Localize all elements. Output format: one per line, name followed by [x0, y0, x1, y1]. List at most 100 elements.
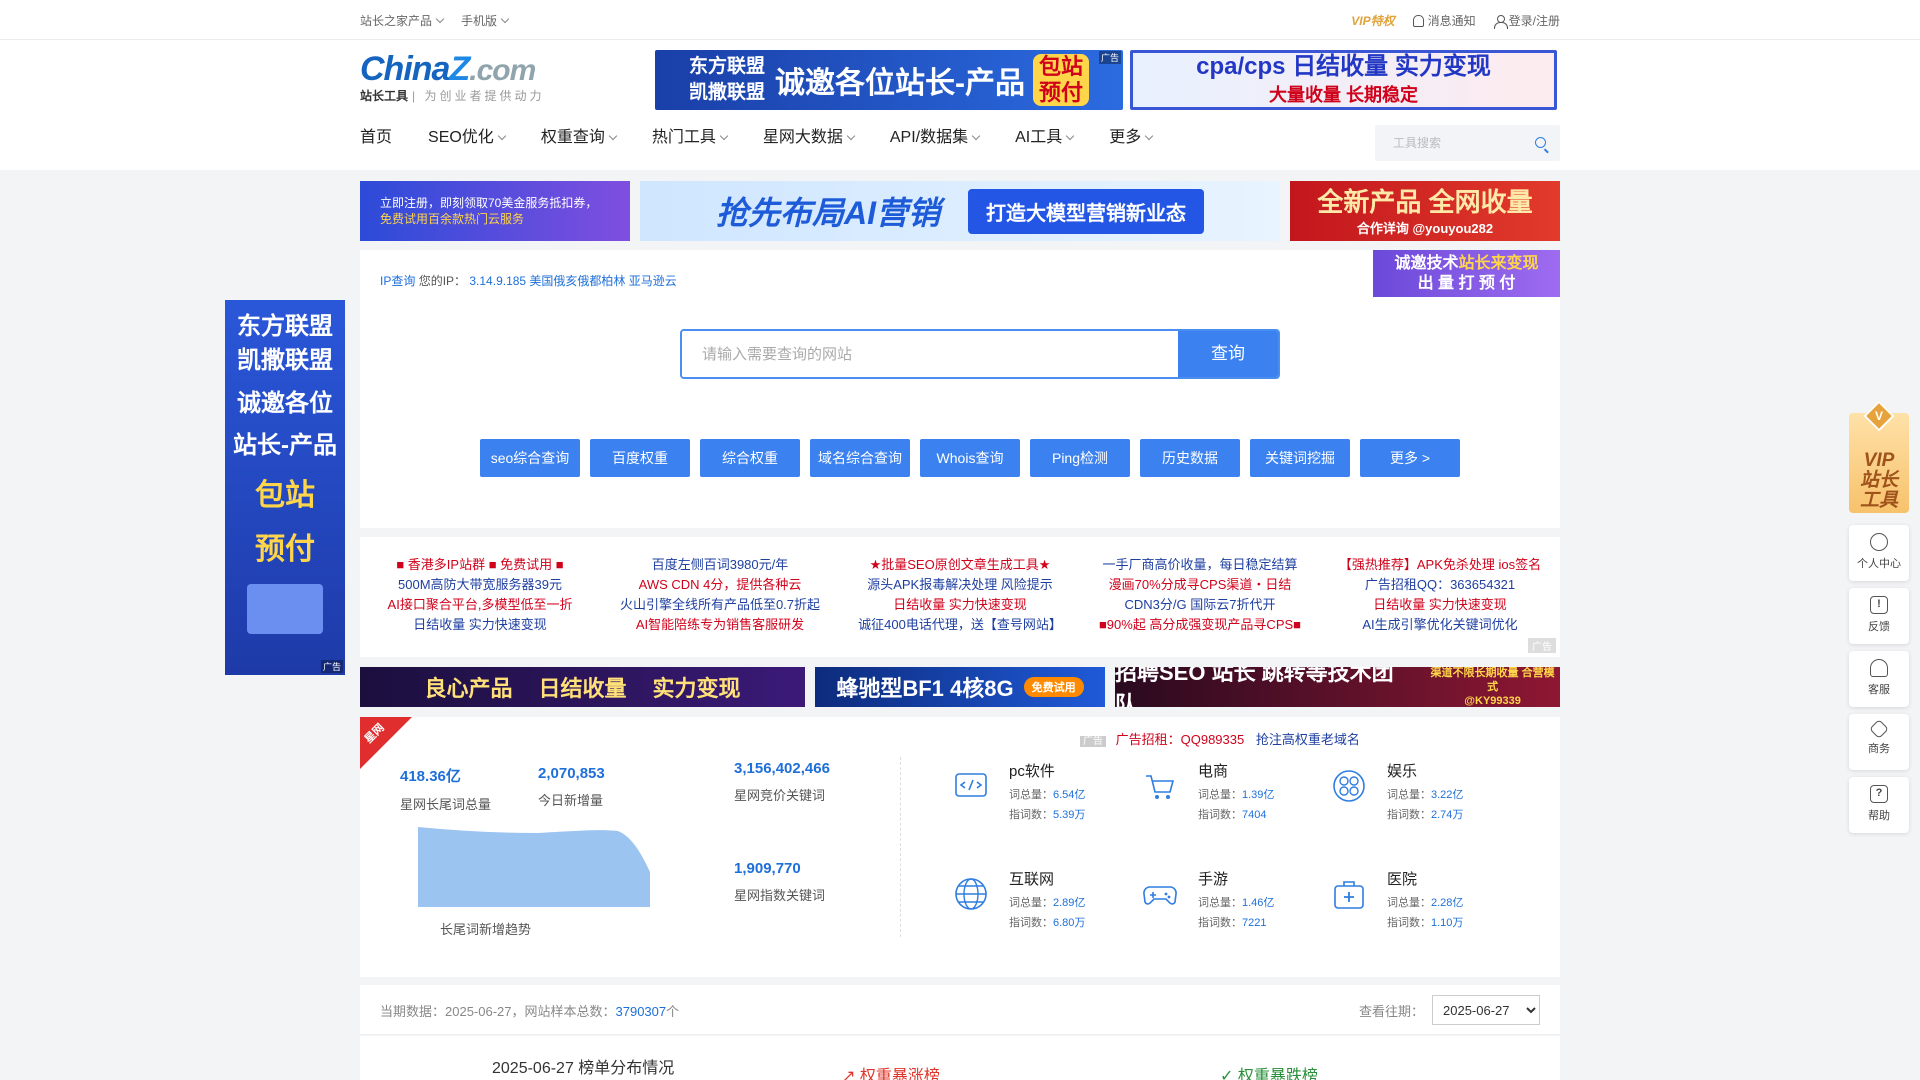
header-ad-banner-1[interactable]: 东方联盟 凯撒联盟 诚邀各位站长-产品 包站 预付 广告 — [655, 50, 1123, 110]
mobile-version-link[interactable]: 手机版 — [461, 12, 508, 29]
site-search-input[interactable] — [682, 331, 1172, 377]
weight-rise-label: 权重暴涨榜 — [859, 1068, 940, 1080]
feedback-button[interactable]: ! 反馈 — [1849, 588, 1909, 644]
quick-link-seo[interactable]: seo综合查询 — [480, 439, 580, 477]
business-button[interactable]: 商务 — [1849, 714, 1909, 770]
quick-link-ping[interactable]: Ping检测 — [1030, 439, 1130, 477]
help-button[interactable]: ? 帮助 — [1849, 777, 1909, 833]
vip-tools-float[interactable]: V VIP 站长 工具 — [1849, 400, 1909, 513]
ai-marketing-banner[interactable]: 抢先布局AI营销 打造大模型营销新业态 — [640, 181, 1280, 241]
vip-privilege-link[interactable]: VIP特权 — [1351, 12, 1394, 29]
text-ad-link[interactable]: 百度左侧百词3980元/年 — [600, 555, 840, 575]
quick-link-overall-weight[interactable]: 综合权重 — [700, 439, 800, 477]
ip-value: 3.14.9.185 美国俄亥俄都柏林 亚马逊云 — [469, 274, 677, 288]
vip-text: 工具 — [1859, 490, 1898, 511]
left-side-ad[interactable]: 东方联盟 凯撒联盟 诚邀各位 站长-产品 包站 预付 广告 — [225, 300, 345, 675]
text-ad-link[interactable]: AI智能陪练专为销售客服研发 — [600, 615, 840, 635]
text-ad-link[interactable]: AI接口聚合平台,多模型低至一折 — [360, 595, 600, 615]
ad-tag-text: 预付 — [1039, 80, 1084, 105]
quick-link-more[interactable]: 更多 > — [1360, 439, 1460, 477]
category-pc-software[interactable]: pc软件 词总量：6.54亿 指词数：5.39万 — [953, 760, 1133, 821]
period-date-select[interactable]: 2025-06-27 — [1432, 995, 1540, 1025]
text-ad-link[interactable]: 源头APK报毒解决处理 风险提示 — [840, 575, 1080, 595]
category-mobile-games[interactable]: 手游 词总量：1.46亿 指词数：7221 — [1142, 868, 1322, 929]
top-bar: 站长之家产品 手机版 VIP特权 消息通知 登录/注册 — [0, 0, 1920, 40]
nav-item-weight[interactable]: 权重查询 — [541, 118, 616, 158]
category-total: 1.46亿 — [1242, 897, 1275, 909]
stat-value: 418.36亿 — [400, 768, 461, 785]
tool-label: 帮助 — [1868, 810, 1890, 822]
query-button[interactable]: 查询 — [1178, 331, 1278, 377]
conscience-product-banner[interactable]: 良心产品 日结收量 实力变现 — [360, 667, 805, 707]
text-ad-link[interactable]: 火山引擎全线所有产品低至0.7折起 — [600, 595, 840, 615]
panel-corner-ad[interactable]: 诚邀技术站长来变现 出 量 打 预 付 — [1373, 250, 1560, 297]
category-index-key: 指词数： — [1198, 809, 1242, 821]
text-ad-link[interactable]: CDN3分/G 国际云7折代开 — [1080, 595, 1320, 615]
nav-item-home[interactable]: 首页 — [360, 118, 392, 158]
category-internet[interactable]: 互联网 词总量：2.89亿 指词数：6.80万 — [953, 868, 1133, 929]
weight-fall-tab[interactable]: ✓ 权重暴跌榜 — [1220, 1062, 1318, 1080]
category-index: 1.10万 — [1431, 917, 1464, 929]
text-ad-link[interactable]: AWS CDN 4分，提供各种云 — [600, 575, 840, 595]
text-ad-link[interactable]: 【强热推荐】APK免杀处理 ios签名 — [1320, 555, 1560, 575]
category-total: 3.22亿 — [1431, 789, 1464, 801]
text-ad-link[interactable]: ★批量SEO原创文章生成工具★ — [840, 555, 1080, 575]
quick-link-domain[interactable]: 域名综合查询 — [810, 439, 910, 477]
ip-query-link[interactable]: IP查询 — [380, 274, 415, 288]
login-link[interactable]: 登录/注册 — [1493, 12, 1560, 29]
stat-today: 2,070,853 今日新增量 — [538, 765, 605, 809]
category-total-key: 词总量： — [1198, 789, 1242, 801]
text-ad-link[interactable]: AI生成引擎优化关键词优化 — [1320, 615, 1560, 635]
help-icon: ? — [1870, 785, 1888, 803]
nav-item-ai-tools[interactable]: AI工具 — [1015, 118, 1073, 158]
category-index-key: 指词数： — [1387, 917, 1431, 929]
category-entertainment[interactable]: 娱乐 词总量：3.22亿 指词数：2.74万 — [1331, 760, 1511, 821]
quick-link-whois[interactable]: Whois查询 — [920, 439, 1020, 477]
weight-rise-tab[interactable]: ↗ 权重暴涨榜 — [842, 1062, 940, 1080]
text-ad-link[interactable]: 日结收量 实力快速变现 — [360, 615, 600, 635]
cloud-ad-banner[interactable]: 立即注册，即刻领取70美金服务抵扣券， 免费试用百余款热门云服务 — [360, 181, 630, 241]
bell-icon — [1412, 14, 1424, 27]
new-product-banner[interactable]: 全新产品 全网收量 合作详询 @youyou282 — [1290, 181, 1560, 241]
site-logo[interactable]: ChinaZ.com 站长工具 | 为创业者提供动力 — [360, 50, 580, 104]
text-ad-link[interactable]: ■ 香港多IP站群 ■ 免费试用 ■ — [360, 555, 600, 575]
customer-service-button[interactable]: 客服 — [1849, 651, 1909, 707]
text-ad-link[interactable]: 诚征400电话代理，送【查号网站】 — [840, 615, 1080, 635]
trend-up-icon: ↗ — [842, 1068, 860, 1080]
nav-item-bigdata[interactable]: 星网大数据 — [763, 118, 854, 158]
server-ad-banner[interactable]: 蜂驰型BF1 4核8G 免费试用 — [815, 667, 1105, 707]
text-ad-link[interactable]: 广告招租QQ：363654321 — [1320, 575, 1560, 595]
ad-text: 预付 — [255, 533, 315, 566]
ip-info: IP查询 您的IP： 3.14.9.185 美国俄亥俄都柏林 亚马逊云 — [380, 272, 677, 289]
header-ad-banner-2[interactable]: cpa/cps 日结收量 实力变现 大量收量 长期稳定 — [1130, 50, 1557, 110]
text-ad-link[interactable]: 一手厂商高价收量，每日稳定结算 — [1080, 555, 1320, 575]
text-ad-link[interactable]: 500M高防大带宽服务器39元 — [360, 575, 600, 595]
period-bar: 当期数据：2025-06-27，网站样本总数：3790307个 查看往期： 20… — [360, 985, 1560, 1035]
ad-rent-link[interactable]: 广告招租：QQ989335 — [1116, 732, 1245, 747]
nav-item-seo[interactable]: SEO优化 — [428, 118, 505, 158]
nav-item-more[interactable]: 更多 — [1109, 118, 1152, 158]
text-ad-link[interactable]: 漫画70%分成寻CPS渠道・日结 — [1080, 575, 1320, 595]
nav-item-hot-tools[interactable]: 热门工具 — [652, 118, 727, 158]
quick-link-history[interactable]: 历史数据 — [1140, 439, 1240, 477]
text-ad-link[interactable]: 日结收量 实力快速变现 — [840, 595, 1080, 615]
code-window-icon — [955, 773, 987, 797]
search-icon[interactable] — [1535, 137, 1546, 148]
tool-search-input[interactable]: 工具搜索 — [1375, 125, 1560, 161]
keyword-stats-panel: 星网 418.36亿 星网长尾词总量 2,070,853 今日新增量 3,156… — [360, 717, 1560, 977]
notification-link[interactable]: 消息通知 — [1412, 12, 1476, 29]
personal-center-button[interactable]: 个人中心 — [1849, 525, 1909, 581]
category-ecommerce[interactable]: 电商 词总量：1.39亿 指词数：7404 — [1142, 760, 1322, 821]
product-menu[interactable]: 站长之家产品 — [360, 12, 443, 29]
text-ad-link[interactable]: ■90%起 高分成强变现产品寻CPS■ — [1080, 615, 1320, 635]
apps-circle-icon — [1333, 770, 1365, 802]
domain-ad-link[interactable]: 抢注高权重老域名 — [1256, 732, 1360, 747]
logo-china: China — [360, 50, 450, 88]
nav-item-api[interactable]: API/数据集 — [890, 118, 979, 158]
recruit-seo-banner[interactable]: 招聘SEO 站长 跳转等技术团队 渠道不限长期收量 合营模式 @KY99339 — [1115, 667, 1560, 707]
quick-link-keywords[interactable]: 关键词挖掘 — [1250, 439, 1350, 477]
ad-tag-text: 包站 — [1039, 54, 1084, 79]
category-hospital[interactable]: 医院 词总量：2.28亿 指词数：1.10万 — [1331, 868, 1511, 929]
text-ad-link[interactable]: 日结收量 实力快速变现 — [1320, 595, 1560, 615]
quick-link-baidu-weight[interactable]: 百度权重 — [590, 439, 690, 477]
